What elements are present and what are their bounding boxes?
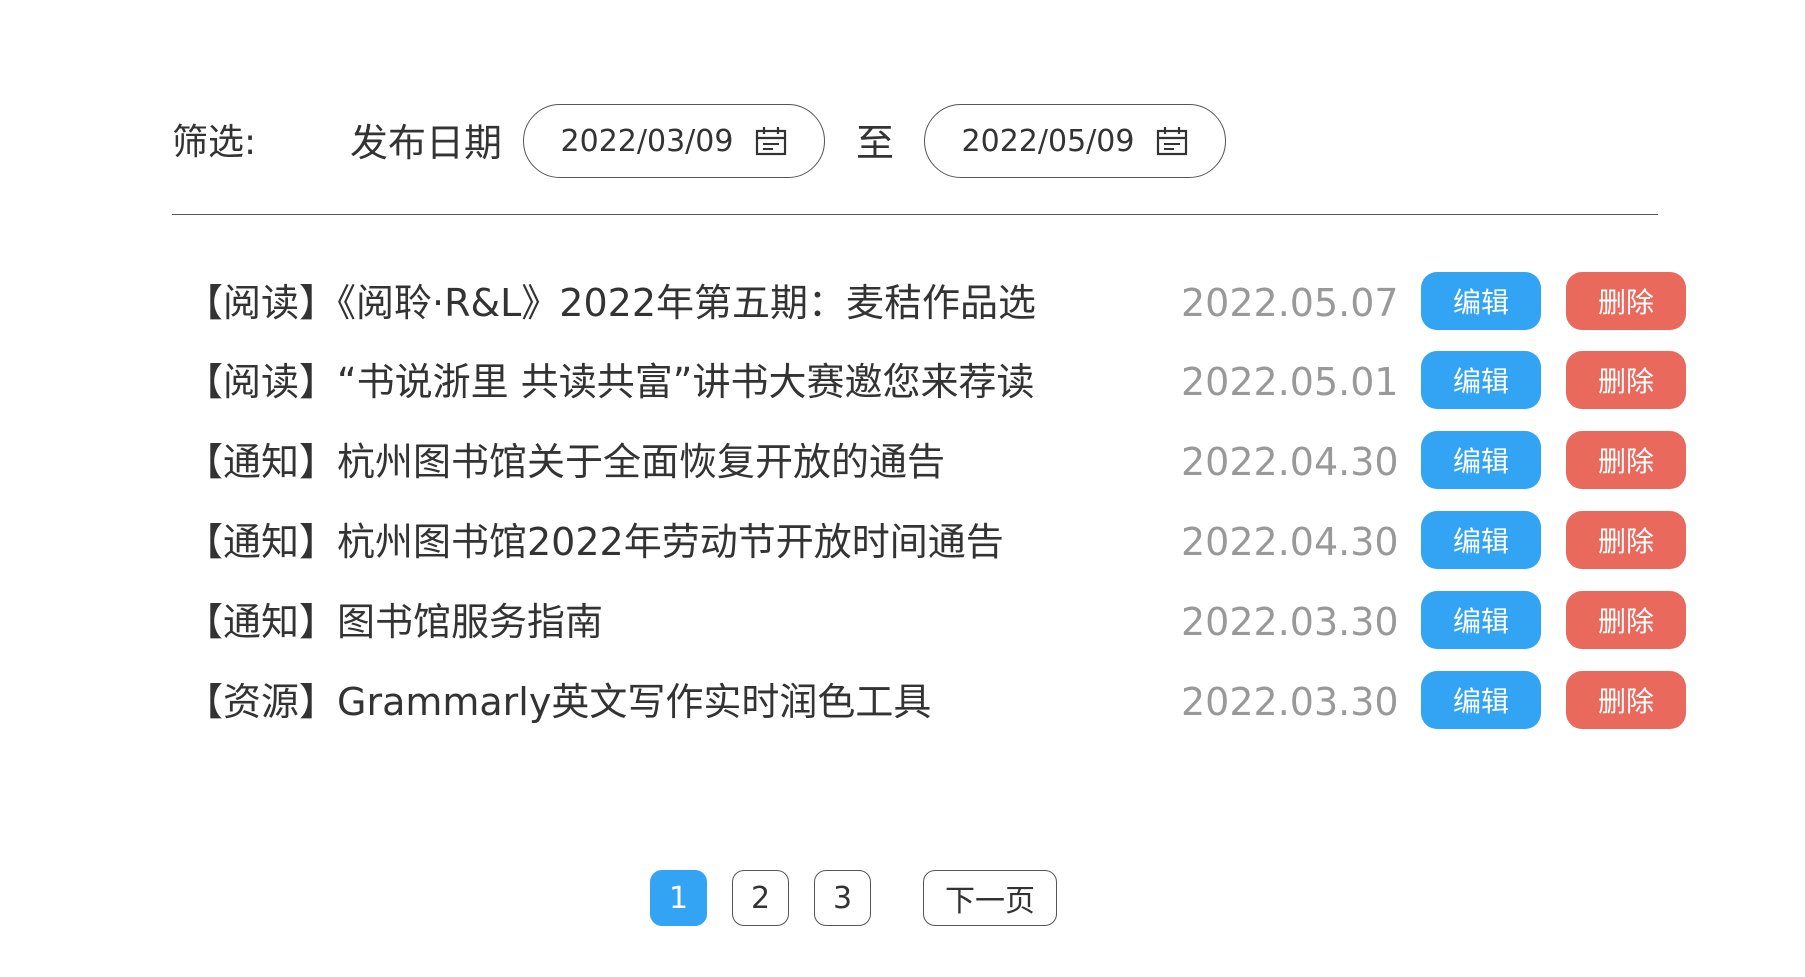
item-date: 2022.05.07 bbox=[1181, 281, 1399, 325]
start-date-picker[interactable]: 2022/03/09 bbox=[523, 104, 825, 178]
list-item: 【资源】Grammarly英文写作实时润色工具 2022.03.30 编辑 删除 bbox=[185, 671, 1686, 733]
delete-button[interactable]: 删除 bbox=[1566, 591, 1686, 649]
calendar-icon bbox=[1157, 127, 1188, 156]
list-item: 【通知】图书馆服务指南 2022.03.30 编辑 删除 bbox=[185, 591, 1686, 653]
item-title[interactable]: 【阅读】“书说浙里 共读共富”讲书大赛邀您来荐读 bbox=[185, 351, 1034, 413]
edit-button[interactable]: 编辑 bbox=[1421, 511, 1541, 569]
delete-button[interactable]: 删除 bbox=[1566, 671, 1686, 729]
delete-button[interactable]: 删除 bbox=[1566, 351, 1686, 409]
item-date: 2022.04.30 bbox=[1181, 440, 1399, 484]
end-date-picker[interactable]: 2022/05/09 bbox=[924, 104, 1226, 178]
item-title[interactable]: 【通知】图书馆服务指南 bbox=[185, 591, 603, 653]
page-3-button[interactable]: 3 bbox=[814, 870, 871, 926]
item-title[interactable]: 【资源】Grammarly英文写作实时润色工具 bbox=[185, 671, 931, 733]
end-date-value: 2022/05/09 bbox=[961, 123, 1135, 159]
edit-button[interactable]: 编辑 bbox=[1421, 272, 1541, 330]
delete-button[interactable]: 删除 bbox=[1566, 272, 1686, 330]
page-2-button[interactable]: 2 bbox=[732, 870, 789, 926]
list-item: 【通知】杭州图书馆2022年劳动节开放时间通告 2022.04.30 编辑 删除 bbox=[185, 511, 1686, 573]
item-title[interactable]: 【通知】杭州图书馆2022年劳动节开放时间通告 bbox=[185, 511, 1004, 573]
list-item: 【通知】杭州图书馆关于全面恢复开放的通告 2022.04.30 编辑 删除 bbox=[185, 431, 1686, 493]
edit-button[interactable]: 编辑 bbox=[1421, 591, 1541, 649]
item-date: 2022.04.30 bbox=[1181, 520, 1399, 564]
item-date: 2022.03.30 bbox=[1181, 680, 1399, 724]
item-title[interactable]: 【阅读】《阅聆·R&L》2022年第五期：麦秸作品选 bbox=[185, 272, 1036, 334]
page-1-button[interactable]: 1 bbox=[650, 870, 707, 926]
date-field-label: 发布日期 bbox=[350, 121, 503, 165]
delete-button[interactable]: 删除 bbox=[1566, 431, 1686, 489]
calendar-icon bbox=[756, 127, 787, 156]
filter-label: 筛选: bbox=[172, 122, 257, 163]
list-item: 【阅读】《阅聆·R&L》2022年第五期：麦秸作品选 2022.05.07 编辑… bbox=[185, 272, 1686, 334]
item-date: 2022.05.01 bbox=[1181, 360, 1399, 404]
edit-button[interactable]: 编辑 bbox=[1421, 431, 1541, 489]
next-page-button[interactable]: 下一页 bbox=[923, 870, 1057, 926]
edit-button[interactable]: 编辑 bbox=[1421, 351, 1541, 409]
delete-button[interactable]: 删除 bbox=[1566, 511, 1686, 569]
list-item: 【阅读】“书说浙里 共读共富”讲书大赛邀您来荐读 2022.05.01 编辑 删… bbox=[185, 351, 1686, 413]
item-date: 2022.03.30 bbox=[1181, 600, 1399, 644]
item-title[interactable]: 【通知】杭州图书馆关于全面恢复开放的通告 bbox=[185, 431, 945, 493]
to-label: 至 bbox=[856, 121, 895, 165]
start-date-value: 2022/03/09 bbox=[560, 123, 734, 159]
edit-button[interactable]: 编辑 bbox=[1421, 671, 1541, 729]
filter-divider bbox=[172, 214, 1658, 215]
